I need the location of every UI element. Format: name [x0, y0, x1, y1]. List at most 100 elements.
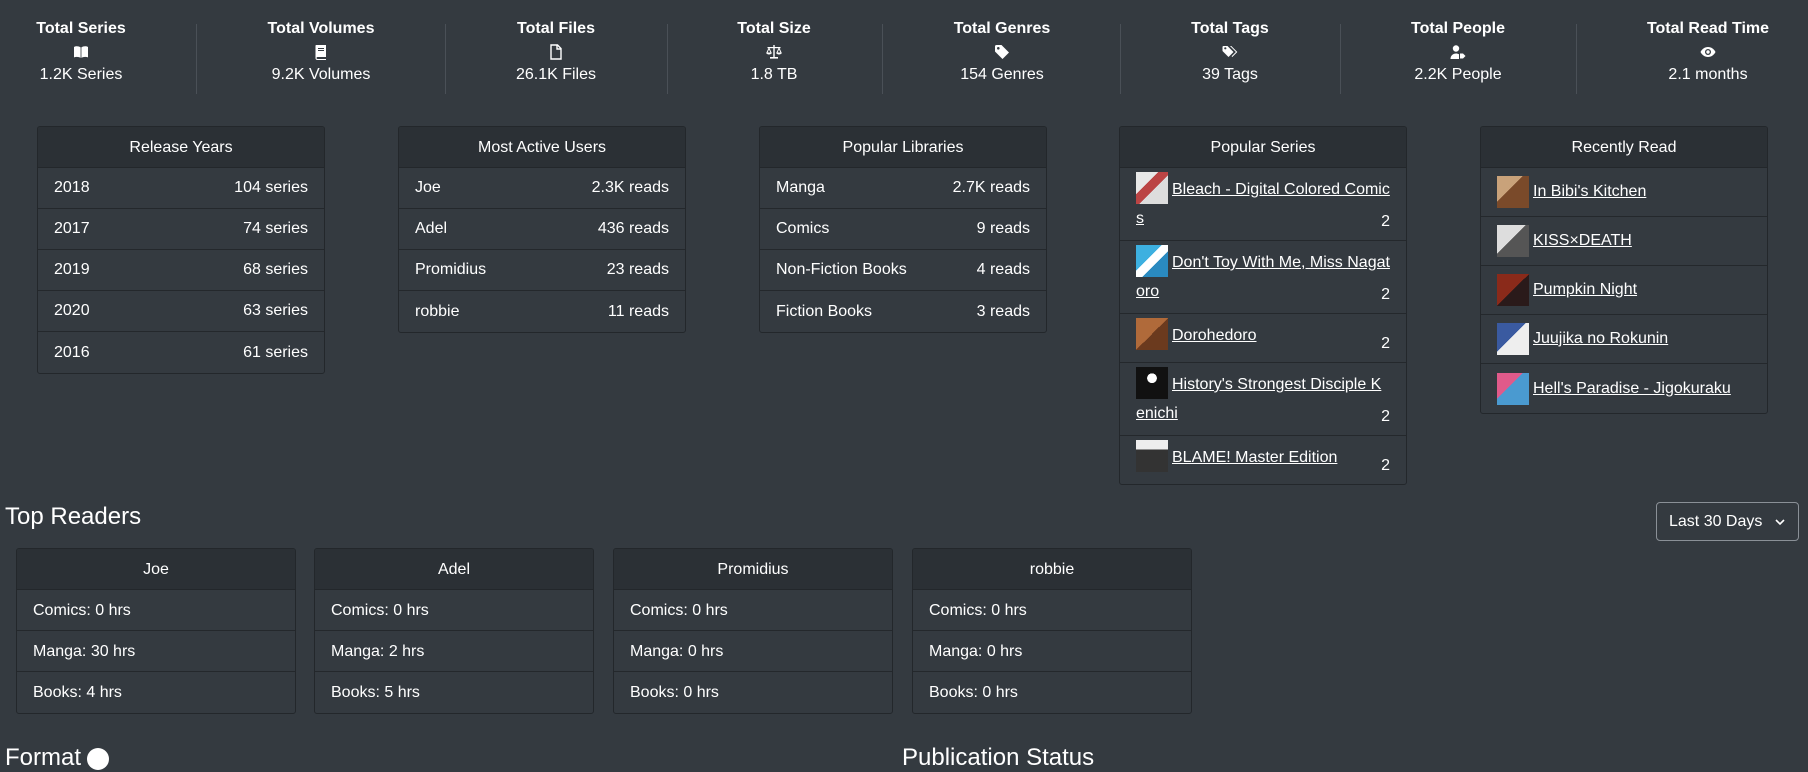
reader-books: Books: 0 hrs — [630, 684, 719, 701]
stat-value: 9.2K Volumes — [271, 66, 371, 83]
list-item: 2016 61 series — [38, 332, 324, 373]
cover-thumbnail — [1136, 317, 1168, 350]
year-label: 2019 — [54, 261, 90, 278]
stat-title: Total Size — [737, 20, 811, 37]
cover-thumbnail — [1497, 176, 1529, 208]
book-icon — [221, 39, 421, 65]
stat-total-series: Total Series 1.2K Series — [0, 19, 181, 85]
cover-thumbnail — [1136, 439, 1168, 472]
list-item: Comics 9 reads — [760, 209, 1046, 250]
list-item: 2020 63 series — [38, 291, 324, 332]
reader-comics: Comics: 0 hrs — [614, 590, 892, 631]
time-range-select[interactable]: Last 30 Days — [1656, 502, 1799, 541]
user-name: Joe — [415, 179, 441, 196]
user-name: Promidius — [415, 261, 487, 278]
list-item: KISS×DEATH — [1481, 217, 1767, 266]
user-name: robbie — [415, 302, 460, 320]
info-icon[interactable] — [87, 747, 110, 770]
cover-thumbnail — [1497, 274, 1529, 306]
card-header: Promidius — [614, 549, 892, 590]
year-count: 104 series — [234, 179, 308, 196]
format-section-title: Format — [5, 744, 110, 772]
time-range-value: Last 30 Days — [1669, 512, 1763, 530]
list-item: 2018 104 series — [38, 168, 324, 209]
book-open-icon — [0, 39, 181, 65]
library-reads: 2.7K reads — [952, 179, 1030, 196]
cover-thumbnail — [1136, 366, 1168, 399]
year-count: 68 series — [243, 261, 308, 278]
eye-icon — [1608, 39, 1808, 65]
user-reads: 436 reads — [597, 220, 669, 237]
reader-manga: Manga: 0 hrs — [913, 631, 1191, 672]
list-item: History's Strongest Disciple Kenichi 2 — [1120, 363, 1406, 436]
tags-icon — [1130, 39, 1330, 65]
recently-read-card: Recently Read In Bibi's Kitchen KISS×DEA… — [1480, 126, 1768, 414]
year-count: 63 series — [243, 302, 308, 319]
reader-comics: Comics: 0 hrs — [913, 590, 1191, 631]
reader-books: Books: 0 hrs — [929, 684, 1018, 701]
cover-thumbnail — [1136, 171, 1168, 204]
file-icon — [456, 39, 656, 65]
year-count: 74 series — [243, 220, 308, 237]
user-tag-icon — [1358, 39, 1558, 65]
reader-manga: Manga: 2 hrs — [315, 631, 593, 672]
cover-thumbnail — [1497, 372, 1529, 405]
card-header: Most Active Users — [399, 127, 685, 168]
library-reads: 9 reads — [976, 220, 1030, 237]
cover-thumbnail — [1497, 323, 1529, 355]
series-link[interactable]: Hell's Paradise - Jigokuraku — [1533, 380, 1731, 398]
user-reads: 11 reads — [607, 302, 669, 320]
popular-libraries-card: Popular Libraries Manga 2.7K reads Comics… — [759, 126, 1047, 333]
divider — [445, 24, 446, 94]
release-years-card: Release Years 2018 104 series 2017 74 seri… — [37, 126, 325, 374]
reader-books: Books: 4 hrs — [33, 684, 122, 701]
series-count: 2 — [1381, 335, 1390, 352]
reader-manga: Manga: 0 hrs — [614, 631, 892, 672]
series-link[interactable]: Juujika no Rokunin — [1533, 330, 1668, 348]
list-item: Juujika no Rokunin — [1481, 315, 1767, 364]
stat-title: Total Tags — [1191, 20, 1269, 37]
series-link[interactable]: KISS×DEATH — [1533, 232, 1632, 250]
user-name: Adel — [415, 220, 448, 237]
list-item: Fiction Books 3 reads — [760, 291, 1046, 332]
series-link[interactable]: Pumpkin Night — [1533, 281, 1637, 299]
divider — [882, 24, 883, 94]
series-count: 2 — [1381, 286, 1390, 303]
card-header: Release Years — [38, 127, 324, 168]
year-count: 61 series — [243, 343, 308, 361]
list-item: Pumpkin Night — [1481, 266, 1767, 315]
stat-total-genres: Total Genres 154 Genres — [902, 19, 1102, 85]
series-link[interactable]: Don't Toy With Me, Miss Nagatoro — [1136, 254, 1390, 300]
series-link[interactable]: History's Strongest Disciple Kenichi — [1136, 376, 1381, 422]
reader-card-robbie: robbie Comics: 0 hrs Manga: 0 hrs Books:… — [912, 548, 1192, 714]
stat-title: Total People — [1411, 20, 1505, 37]
stats-row: Total Series 1.2K Series Total Volumes 9… — [0, 0, 1808, 108]
list-item: Dorohedoro 2 — [1120, 314, 1406, 363]
card-header: robbie — [913, 549, 1191, 590]
stat-title: Total Series — [36, 20, 126, 37]
list-item: Hell's Paradise - Jigokuraku — [1481, 364, 1767, 413]
stat-value: 1.2K Series — [39, 66, 123, 83]
list-item: Don't Toy With Me, Miss Nagatoro 2 — [1120, 241, 1406, 314]
publication-status-title: Publication Status — [902, 744, 1095, 771]
reader-manga: Manga: 30 hrs — [17, 631, 295, 672]
list-item: Promidius 23 reads — [399, 250, 685, 291]
most-active-users-card: Most Active Users Joe 2.3K reads Adel 436 … — [398, 126, 686, 333]
card-header: Popular Series — [1120, 127, 1406, 168]
series-link[interactable]: BLAME! Master Edition — [1172, 449, 1359, 466]
list-item: Manga 2.7K reads — [760, 168, 1046, 209]
list-item: In Bibi's Kitchen — [1481, 168, 1767, 217]
library-reads: 3 reads — [976, 302, 1030, 320]
card-header: Popular Libraries — [760, 127, 1046, 168]
series-link[interactable]: Bleach - Digital Colored Comics — [1136, 181, 1390, 227]
series-link[interactable]: In Bibi's Kitchen — [1533, 183, 1646, 201]
popular-series-card: Popular Series Bleach - Digital Colored … — [1119, 126, 1407, 485]
series-link[interactable]: Dorohedoro — [1172, 327, 1279, 344]
stat-total-size: Total Size 1.8 TB — [674, 19, 874, 85]
series-count: 2 — [1381, 213, 1390, 230]
list-item: 2017 74 series — [38, 209, 324, 250]
stat-value: 1.8 TB — [750, 66, 798, 83]
reader-comics: Comics: 0 hrs — [315, 590, 593, 631]
library-name: Manga — [776, 179, 825, 196]
user-reads: 2.3K reads — [591, 179, 669, 196]
